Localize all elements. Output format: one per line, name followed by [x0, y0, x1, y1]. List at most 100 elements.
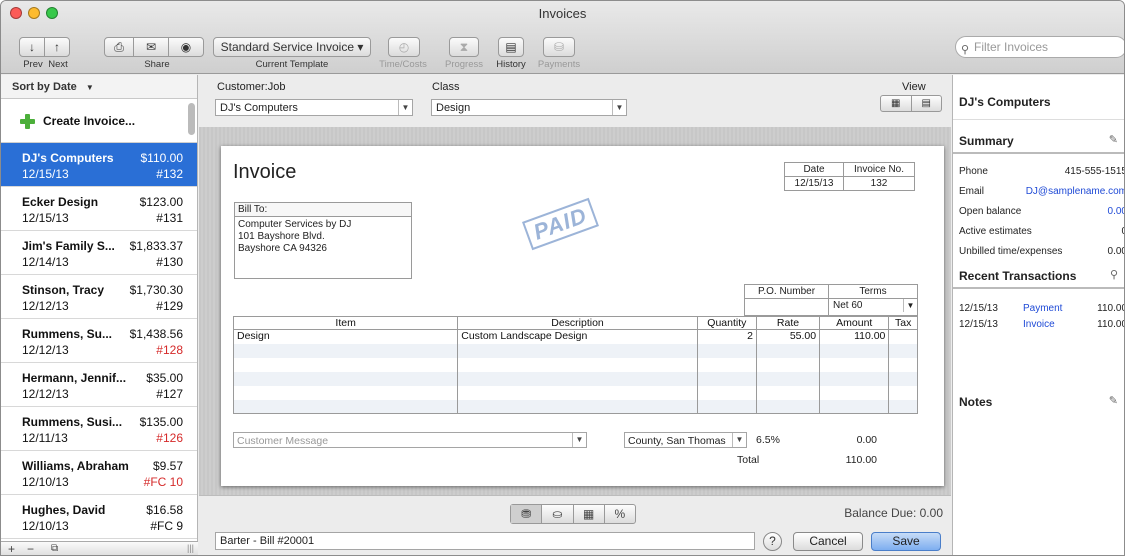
transaction-type-link[interactable]: Payment [1023, 303, 1062, 314]
transaction-row[interactable]: 12/15/13 Payment 110.00 [959, 303, 1124, 315]
table-cell-item[interactable] [232, 343, 459, 358]
po-number-box[interactable]: P.O. Number [744, 284, 829, 316]
print-button[interactable]: ⎙ [104, 37, 134, 57]
transaction-row[interactable]: 12/15/13 Invoice 110.00 [959, 319, 1124, 331]
next-button[interactable]: ↑ [44, 37, 70, 57]
create-invoice-button[interactable]: Create Invoice... [1, 99, 197, 143]
invoice-list-item[interactable]: Rummens, Susi... $135.00 12/11/13 #126 [1, 407, 197, 451]
table-cell-quantity[interactable] [696, 399, 757, 414]
table-cell-amount[interactable] [819, 371, 890, 386]
invoice-list-item[interactable]: Williams, Abraham $9.57 12/10/13 #FC 10 [1, 451, 197, 495]
cancel-button[interactable]: Cancel [793, 532, 863, 551]
summary-value[interactable]: 0.00 [1108, 206, 1124, 217]
table-cell-rate[interactable] [755, 385, 821, 400]
table-cell-quantity[interactable] [696, 385, 757, 400]
table-cell-tax[interactable] [888, 357, 918, 372]
table-cell-rate[interactable] [755, 357, 821, 372]
table-cell-amount[interactable] [819, 385, 890, 400]
table-row[interactable]: Design Custom Landscape Design 2 55.00 110.0… [232, 329, 918, 344]
column-header[interactable]: Item [232, 316, 459, 330]
class-select[interactable]: Design ▼ [431, 99, 627, 116]
table-cell-quantity[interactable] [696, 371, 757, 386]
table-cell-description[interactable] [457, 385, 698, 400]
table-row[interactable] [232, 385, 918, 400]
sort-dropdown[interactable]: Sort by Date ▼ [1, 75, 197, 99]
table-cell-item[interactable] [232, 371, 459, 386]
scroll-thumb[interactable] [188, 103, 195, 135]
table-cell-description[interactable] [457, 371, 698, 386]
preview-button[interactable]: ◉ [168, 37, 204, 57]
invoice-list-item[interactable]: Rummens, Su... $1,438.56 12/12/13 #128 [1, 319, 197, 363]
table-row[interactable] [232, 343, 918, 358]
table-cell-quantity[interactable]: 2 [696, 329, 757, 344]
table-cell-description[interactable] [457, 399, 698, 414]
table-cell-rate[interactable] [755, 399, 821, 414]
memo-field[interactable]: Barter - Bill #20001 [215, 532, 755, 550]
table-cell-quantity[interactable] [696, 357, 757, 372]
table-cell-item[interactable] [232, 357, 459, 372]
invoice-list-item[interactable]: Ecker Design $123.00 12/15/13 #131 [1, 187, 197, 231]
table-cell-tax[interactable] [888, 371, 918, 386]
duplicate-icon[interactable]: ⧉ [51, 543, 58, 554]
progress-button[interactable]: ⧗ [449, 37, 479, 57]
bill-expense-icon[interactable]: ⛀ [542, 505, 574, 523]
calendar-icon[interactable]: ▦ [574, 505, 605, 523]
payments-button[interactable]: ⛁ [543, 37, 575, 57]
filter-invoices-search[interactable]: ⚲ Filter Invoices [955, 36, 1124, 58]
bill-time-icon[interactable]: ⛃ [511, 505, 543, 523]
list-view-icon[interactable]: ▤ [912, 96, 942, 111]
resize-handle-icon[interactable]: ||| [187, 543, 194, 553]
table-cell-quantity[interactable] [696, 343, 757, 358]
discount-icon[interactable]: % [605, 505, 635, 523]
template-dropdown[interactable]: Standard Service Invoice ▾ [213, 37, 371, 57]
table-cell-description[interactable] [457, 357, 698, 372]
table-row[interactable] [232, 357, 918, 372]
email-button[interactable]: ✉ [133, 37, 169, 57]
tax-item-select[interactable]: County, San Thomas ▼ [624, 432, 747, 448]
pencil-icon[interactable]: ✎ [1109, 394, 1118, 407]
form-view-icon[interactable]: ▦ [881, 96, 912, 111]
add-button[interactable]: + [8, 542, 15, 555]
column-header[interactable]: Amount [819, 316, 890, 330]
invoice-list-item[interactable]: DJ's Computers $110.00 12/15/13 #132 [1, 143, 197, 187]
help-button[interactable]: ? [763, 532, 782, 551]
table-cell-rate[interactable]: 55.00 [755, 329, 821, 344]
invoice-number-box[interactable]: Invoice No. 132 [843, 162, 915, 191]
save-button[interactable]: Save [871, 532, 941, 551]
table-cell-rate[interactable] [755, 343, 821, 358]
view-toggle[interactable]: ▦ ▤ [880, 95, 942, 112]
table-cell-tax[interactable] [888, 329, 918, 344]
column-header[interactable]: Tax [888, 316, 918, 330]
column-header[interactable]: Description [457, 316, 698, 330]
table-cell-amount[interactable] [819, 357, 890, 372]
table-cell-tax[interactable] [888, 343, 918, 358]
table-cell-tax[interactable] [888, 399, 918, 414]
invoice-list-item[interactable]: Hughes, David $16.58 12/10/13 #FC 9 [1, 495, 197, 539]
prev-button[interactable]: ↓ [19, 37, 45, 57]
remove-button[interactable]: − [27, 542, 34, 555]
table-cell-amount[interactable] [819, 399, 890, 414]
time-costs-button[interactable]: ◴ [388, 37, 420, 57]
pencil-icon[interactable]: ✎ [1109, 133, 1118, 146]
search-icon[interactable]: ⚲ [1110, 268, 1118, 281]
column-header[interactable]: Quantity [696, 316, 757, 330]
terms-box[interactable]: Terms Net 60 ▼ [828, 284, 918, 316]
column-header[interactable]: Rate [755, 316, 821, 330]
table-cell-item[interactable] [232, 399, 459, 414]
table-cell-rate[interactable] [755, 371, 821, 386]
table-cell-amount[interactable] [819, 343, 890, 358]
history-button[interactable]: ▤ [498, 37, 524, 57]
invoice-list-item[interactable]: Hermann, Jennif... $35.00 12/12/13 #127 [1, 363, 197, 407]
table-cell-tax[interactable] [888, 385, 918, 400]
invoice-list-item[interactable]: Jim's Family S... $1,833.37 12/14/13 #130 [1, 231, 197, 275]
date-box[interactable]: Date 12/15/13 [784, 162, 844, 191]
table-cell-description[interactable]: Custom Landscape Design [457, 329, 698, 344]
table-cell-item[interactable] [232, 385, 459, 400]
list-scrollbar[interactable] [186, 99, 196, 539]
table-cell-item[interactable]: Design [232, 329, 459, 344]
table-cell-amount[interactable]: 110.00 [819, 329, 890, 344]
table-cell-description[interactable] [457, 343, 698, 358]
summary-value[interactable]: DJ@samplename.com [1026, 186, 1124, 197]
customer-message-select[interactable]: Customer Message ▼ [233, 432, 587, 448]
bill-to-box[interactable]: Bill To: Computer Services by DJ 101 Bay… [234, 202, 412, 279]
